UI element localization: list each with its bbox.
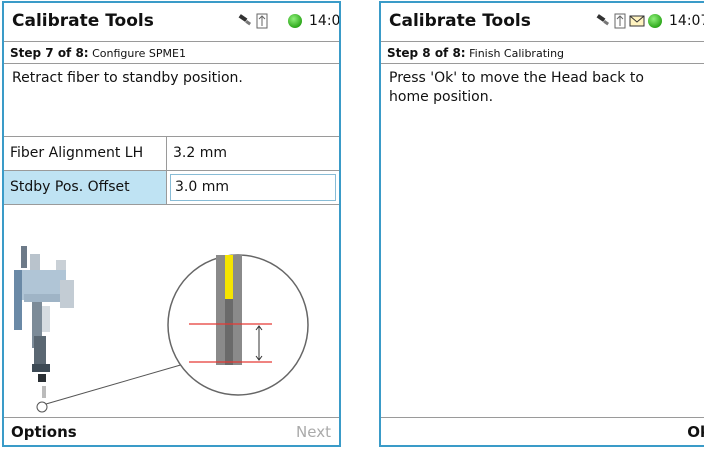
screen-title: Calibrate Tools [12,11,154,31]
softkey-bar: Options Next [4,417,339,445]
calibrate-step7-screen: Calibrate Tools 14:06 Step 7 of 8: Confi… [2,1,341,447]
status-ok-icon [648,14,662,28]
step-indicator: Step 7 of 8: Configure SPME1 [4,41,339,64]
clock: 14:07 [669,13,704,29]
title-bar: Calibrate Tools 14:07 [381,3,704,41]
status-ok-icon [288,14,302,28]
instruction-line: home position. [389,89,494,105]
standby-offset-field[interactable]: 3.0 mm [170,174,336,201]
step-number: Step 7 of 8: [10,46,89,60]
fiber-illustration [14,246,309,413]
clock: 14:06 [309,13,341,29]
syringe-icon [596,14,610,26]
screen-title: Calibrate Tools [389,11,531,31]
step-name: Finish Calibrating [469,47,565,60]
ok-button[interactable]: Ok [687,423,704,441]
step-number: Step 8 of 8: [387,46,466,60]
instruction-line: Press 'Ok' to move the Head back to [389,70,644,86]
parameter-table: Fiber Alignment LH 3.2 mm Stdby Pos. Off… [4,136,339,205]
step-indicator: Step 8 of 8: Finish Calibrating [381,41,704,64]
softkey-bar: Ok [381,417,704,445]
usb-icon [256,13,268,29]
syringe-icon [238,14,252,26]
status-area: 14:07 [595,13,704,29]
mail-icon [629,15,645,27]
fiber-alignment-field[interactable]: 3.2 mm [167,137,227,170]
field-label: Fiber Alignment LH [4,137,167,170]
instruction-text: Retract fiber to standby position. [12,70,243,86]
table-row[interactable]: Fiber Alignment LH 3.2 mm [4,137,339,171]
field-label: Stdby Pos. Offset [4,171,167,204]
instruction-text: Press 'Ok' to move the Head back to home… [389,69,644,107]
next-button[interactable]: Next [296,423,331,441]
status-area: 14:06 [237,13,341,29]
usb-icon [614,13,626,29]
title-bar: Calibrate Tools 14:06 [4,3,339,41]
step-name: Configure SPME1 [92,47,186,60]
calibrate-step8-screen: Calibrate Tools 14:07 Step 8 of 8: Finis… [379,1,704,447]
options-button[interactable]: Options [11,423,77,441]
table-row-selected[interactable]: Stdby Pos. Offset 3.0 mm [4,171,339,205]
